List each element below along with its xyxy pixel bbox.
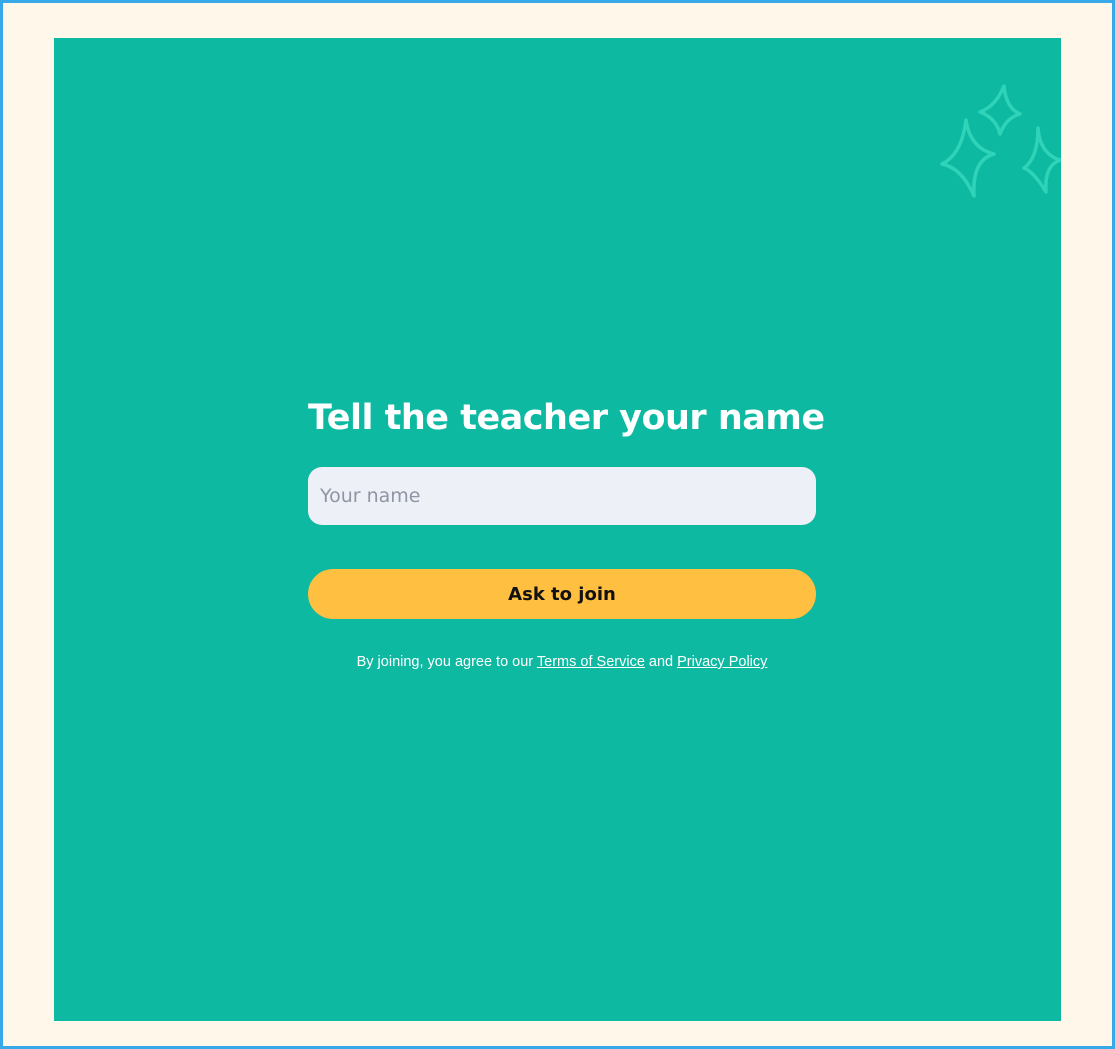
page-frame: Tell the teacher your name Ask to join B… [0, 0, 1115, 1049]
join-panel: Tell the teacher your name Ask to join B… [54, 38, 1061, 1021]
terms-of-service-link[interactable]: Terms of Service [537, 654, 645, 670]
legal-conjunction: and [644, 654, 678, 670]
sparkles-icon [940, 84, 1061, 198]
page-title: Tell the teacher your name [308, 398, 825, 438]
privacy-policy-link[interactable]: Privacy Policy [677, 654, 767, 670]
legal-prefix: By joining, you agree to our [356, 654, 537, 670]
name-input[interactable] [308, 467, 816, 525]
legal-notice: By joining, you agree to our Terms of Se… [208, 653, 916, 671]
ask-to-join-button[interactable]: Ask to join [308, 569, 816, 619]
